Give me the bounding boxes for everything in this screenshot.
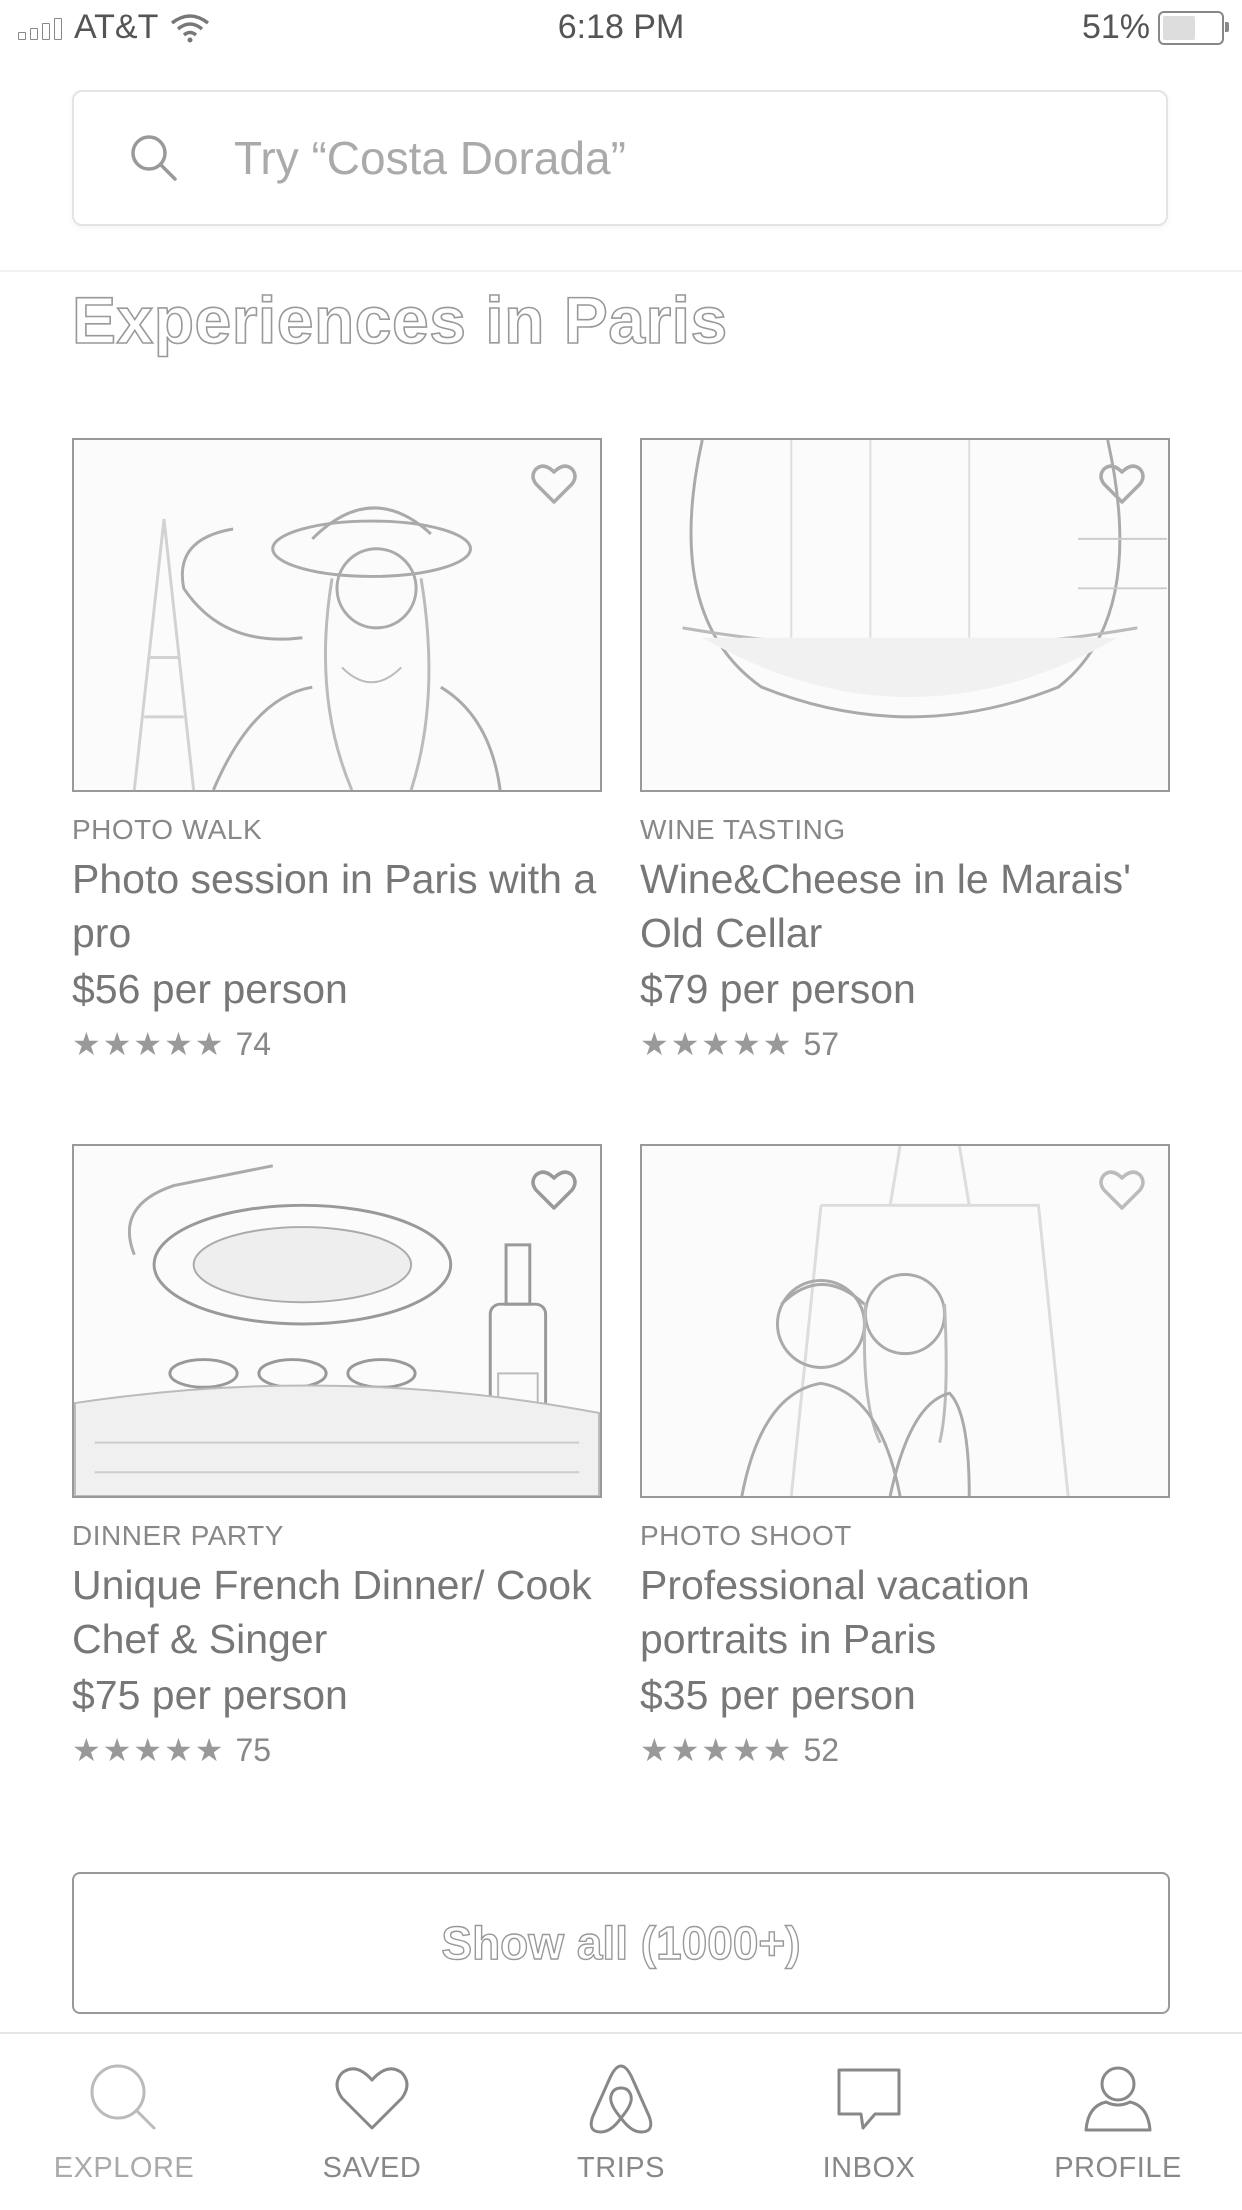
tab-profile[interactable]: PROFILE xyxy=(1018,2058,1218,2185)
experience-card[interactable]: PHOTO WALK Photo session in Paris with a… xyxy=(72,438,602,1063)
experience-rating: ★★★★★ 74 xyxy=(72,1025,602,1063)
heart-icon[interactable] xyxy=(1096,458,1148,510)
star-rating-icon: ★★★★★ xyxy=(640,1026,794,1062)
dinner-party-image xyxy=(74,1164,600,1496)
experience-price: $56 per person xyxy=(72,966,348,1012)
experience-category: WINE TASTING xyxy=(640,814,846,845)
experience-price: $79 per person xyxy=(640,966,916,1012)
review-count: 74 xyxy=(235,1025,272,1062)
airbnb-logo-icon xyxy=(589,2064,653,2134)
experience-rating: ★★★★★ 57 xyxy=(640,1025,1170,1063)
review-count: 52 xyxy=(803,1731,840,1768)
status-bar: AT&T 6:18 PM 51% xyxy=(0,0,1242,58)
status-right: 51% xyxy=(1081,8,1229,47)
portrait-couple-image xyxy=(740,1146,1070,1496)
experience-photo xyxy=(72,438,602,792)
experience-category: DINNER PARTY xyxy=(72,1520,284,1551)
experience-category: PHOTO SHOOT xyxy=(640,1520,852,1551)
show-all-button[interactable]: Show all (1000+) xyxy=(72,1872,1170,2014)
experience-title: Unique French Dinner/ Cook Chef & Singer xyxy=(72,1562,592,1662)
experience-title: Professional vacation portraits in Paris xyxy=(640,1562,1030,1662)
tab-trips[interactable]: TRIPS xyxy=(521,2058,721,2185)
experience-price: $35 per person xyxy=(640,1672,916,1718)
search-icon xyxy=(90,2064,156,2130)
experience-photo xyxy=(640,438,1170,792)
tab-explore[interactable]: EXPLORE xyxy=(24,2058,224,2185)
heart-icon[interactable] xyxy=(528,1164,580,1216)
message-icon xyxy=(837,2068,901,2130)
experience-card[interactable]: DINNER PARTY Unique French Dinner/ Cook … xyxy=(72,1144,602,1769)
tab-label: TRIPS xyxy=(577,2152,665,2184)
photo-walk-image xyxy=(132,506,502,790)
battery-icon xyxy=(1158,10,1229,45)
experience-card[interactable]: WINE TASTING Wine&Cheese in le Marais' O… xyxy=(640,438,1170,1063)
wine-glass-image xyxy=(682,440,1168,719)
tab-label: PROFILE xyxy=(1054,2152,1182,2184)
tab-saved[interactable]: SAVED xyxy=(272,2058,472,2185)
star-rating-icon: ★★★★★ xyxy=(72,1732,226,1768)
experience-rating: ★★★★★ 75 xyxy=(72,1731,602,1769)
experience-price: $75 per person xyxy=(72,1672,348,1718)
tab-label: INBOX xyxy=(822,2152,916,2184)
clock: 6:18 PM xyxy=(557,8,685,46)
experience-photo xyxy=(640,1144,1170,1498)
person-icon xyxy=(1084,2066,1152,2132)
star-rating-icon: ★★★★★ xyxy=(72,1026,226,1062)
battery-percent: 51% xyxy=(1081,8,1150,46)
search-header xyxy=(0,58,1242,272)
star-rating-icon: ★★★★★ xyxy=(640,1732,794,1768)
bottom-tab-bar: EXPLORE SAVED TRIPS INBOX PROFILE xyxy=(0,2032,1242,2210)
search-bar[interactable] xyxy=(72,90,1168,226)
tab-inbox[interactable]: INBOX xyxy=(769,2058,969,2185)
tab-label: SAVED xyxy=(322,2152,422,2184)
experience-category: PHOTO WALK xyxy=(72,814,263,845)
heart-icon[interactable] xyxy=(528,458,580,510)
review-count: 75 xyxy=(235,1731,272,1768)
section-title: Experiences in Paris xyxy=(71,282,728,358)
heart-icon xyxy=(335,2067,409,2130)
experience-rating: ★★★★★ 52 xyxy=(640,1731,1170,1769)
tab-label: EXPLORE xyxy=(53,2152,195,2184)
review-count: 57 xyxy=(803,1025,840,1062)
experience-title: Photo session in Paris with a pro xyxy=(72,856,597,956)
experience-photo xyxy=(72,1144,602,1498)
heart-icon[interactable] xyxy=(1096,1164,1148,1216)
search-icon xyxy=(131,135,177,181)
experience-title: Wine&Cheese in le Marais' Old Cellar xyxy=(640,856,1131,956)
search-input[interactable] xyxy=(232,130,1036,186)
experience-card[interactable]: PHOTO SHOOT Professional vacation portra… xyxy=(640,1144,1170,1769)
